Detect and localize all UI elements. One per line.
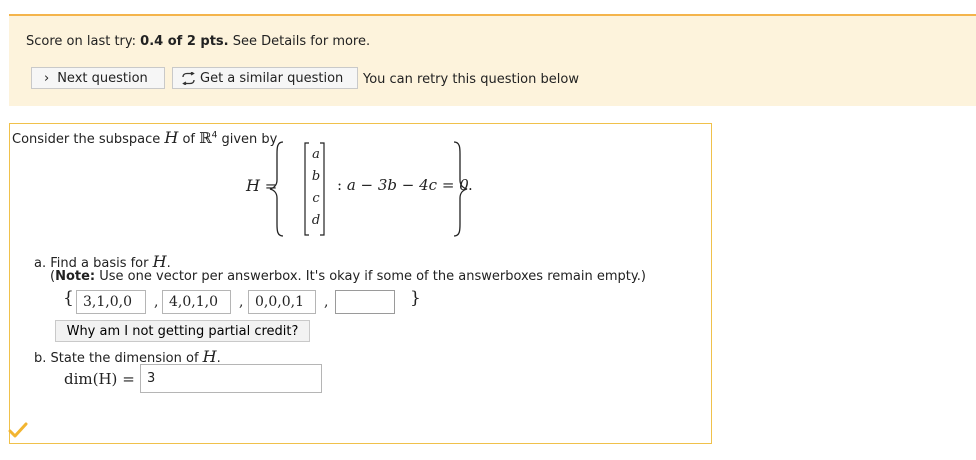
similar-question-button[interactable]: Get a similar question: [172, 67, 358, 89]
basis-answer-3[interactable]: 0,0,0,1: [248, 290, 316, 314]
basis-comma: ,: [324, 294, 329, 310]
vector-entry: b: [311, 169, 321, 184]
intro-of: of: [178, 132, 200, 147]
score-banner: Score on last try: 0.4 of 2 pts. See Det…: [9, 14, 976, 106]
next-question-label: Next question: [57, 70, 148, 86]
vector-entry: a: [312, 147, 320, 162]
set-condition: : a − 3b − 4c = 0: [337, 176, 469, 194]
dimension-input[interactable]: 3: [140, 364, 322, 393]
dim-label-text: dim(H): [64, 370, 118, 388]
checkmark-icon: [8, 422, 28, 442]
vector-column: a b c d: [309, 144, 323, 232]
condition-colon: :: [337, 176, 343, 194]
question-intro: Consider the subspace H of ℝ4 given by: [12, 128, 277, 147]
basis-answer-2[interactable]: 4,0,1,0: [162, 290, 231, 314]
basis-close-brace: }: [410, 288, 421, 308]
condition-equation: a − 3b − 4c = 0: [346, 176, 469, 194]
question-box: Consider the subspace H of ℝ4 given by H…: [8, 123, 712, 444]
dim-eq-sign: =: [117, 370, 135, 388]
part-a-note: (Note: Use one vector per answerbox. It'…: [50, 269, 646, 284]
basis-open-brace: {: [63, 288, 74, 308]
note-bold: Note:: [55, 269, 96, 284]
next-question-button[interactable]: › Next question: [31, 67, 165, 89]
retry-message: You can retry this question below: [363, 72, 579, 87]
chevron-right-icon: ›: [44, 70, 50, 86]
vector-entry: d: [311, 213, 321, 228]
set-period: .: [468, 176, 473, 194]
intro-space: ℝ: [199, 129, 212, 147]
partial-credit-label: Why am I not getting partial credit?: [66, 323, 299, 339]
score-suffix: See Details for more.: [228, 34, 371, 49]
basis-answer-4[interactable]: [335, 290, 395, 314]
retry-arrows-icon: [181, 71, 196, 85]
note-rest: Use one vector per answerbox. It's okay …: [95, 269, 646, 284]
vector-entry: c: [312, 191, 320, 206]
basis-comma: ,: [239, 294, 244, 310]
basis-answer-1[interactable]: 3,1,0,0: [76, 290, 146, 314]
intro-prefix: Consider the subspace: [12, 132, 165, 147]
partial-credit-button[interactable]: Why am I not getting partial credit?: [55, 320, 310, 342]
similar-question-label: Get a similar question: [200, 70, 344, 86]
set-lhs-var: H: [246, 176, 260, 195]
score-text: Score on last try: 0.4 of 2 pts. See Det…: [26, 34, 370, 49]
basis-comma: ,: [154, 294, 159, 310]
dimension-label: dim(H) =: [64, 370, 135, 388]
score-value: 0.4 of 2 pts.: [140, 34, 229, 49]
score-prefix: Score on last try:: [26, 34, 141, 49]
intro-var: H: [164, 128, 179, 147]
